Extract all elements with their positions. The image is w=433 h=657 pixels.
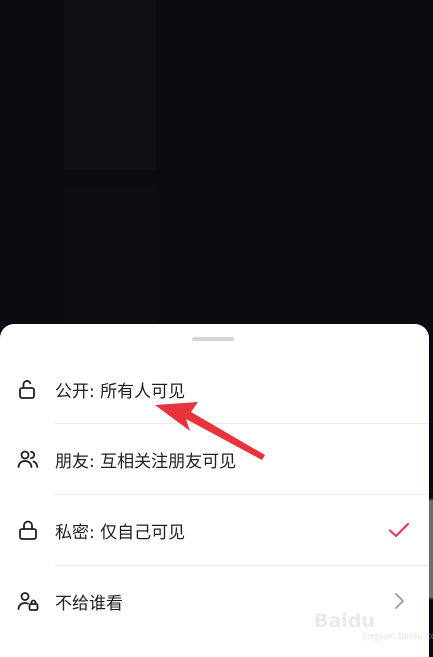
watermark-brand: Baidu <box>314 610 375 632</box>
option-label: 公开: 所有人可见 <box>55 381 186 402</box>
video-backdrop[interactable] <box>0 0 433 330</box>
friends-icon <box>17 450 39 468</box>
watermark-logo: Baidu jingyan.baidu.com <box>314 608 433 646</box>
option-label: 私密: 仅自己可见 <box>55 522 186 543</box>
lock-icon <box>19 520 37 540</box>
backdrop-shade <box>64 185 156 325</box>
screen: 公开: 所有人可见 朋友: 互相关注朋友可见 私密: 仅自己可见 不给谁看 Ba… <box>0 0 433 657</box>
privacy-option-private[interactable]: 私密: 仅自己可见 <box>0 495 429 565</box>
option-label: 朋友: 互相关注朋友可见 <box>55 451 237 472</box>
backdrop-shade <box>64 0 156 170</box>
option-label: 不给谁看 <box>55 593 123 614</box>
check-icon <box>388 522 410 538</box>
privacy-option-public[interactable]: 公开: 所有人可见 <box>0 354 429 424</box>
watermark-sub: jingyan.baidu.com <box>362 632 433 642</box>
user-lock-icon <box>17 592 39 611</box>
unlock-icon <box>19 380 35 399</box>
privacy-option-friends[interactable]: 朋友: 互相关注朋友可见 <box>0 424 429 494</box>
sheet-grabber[interactable] <box>192 337 234 341</box>
